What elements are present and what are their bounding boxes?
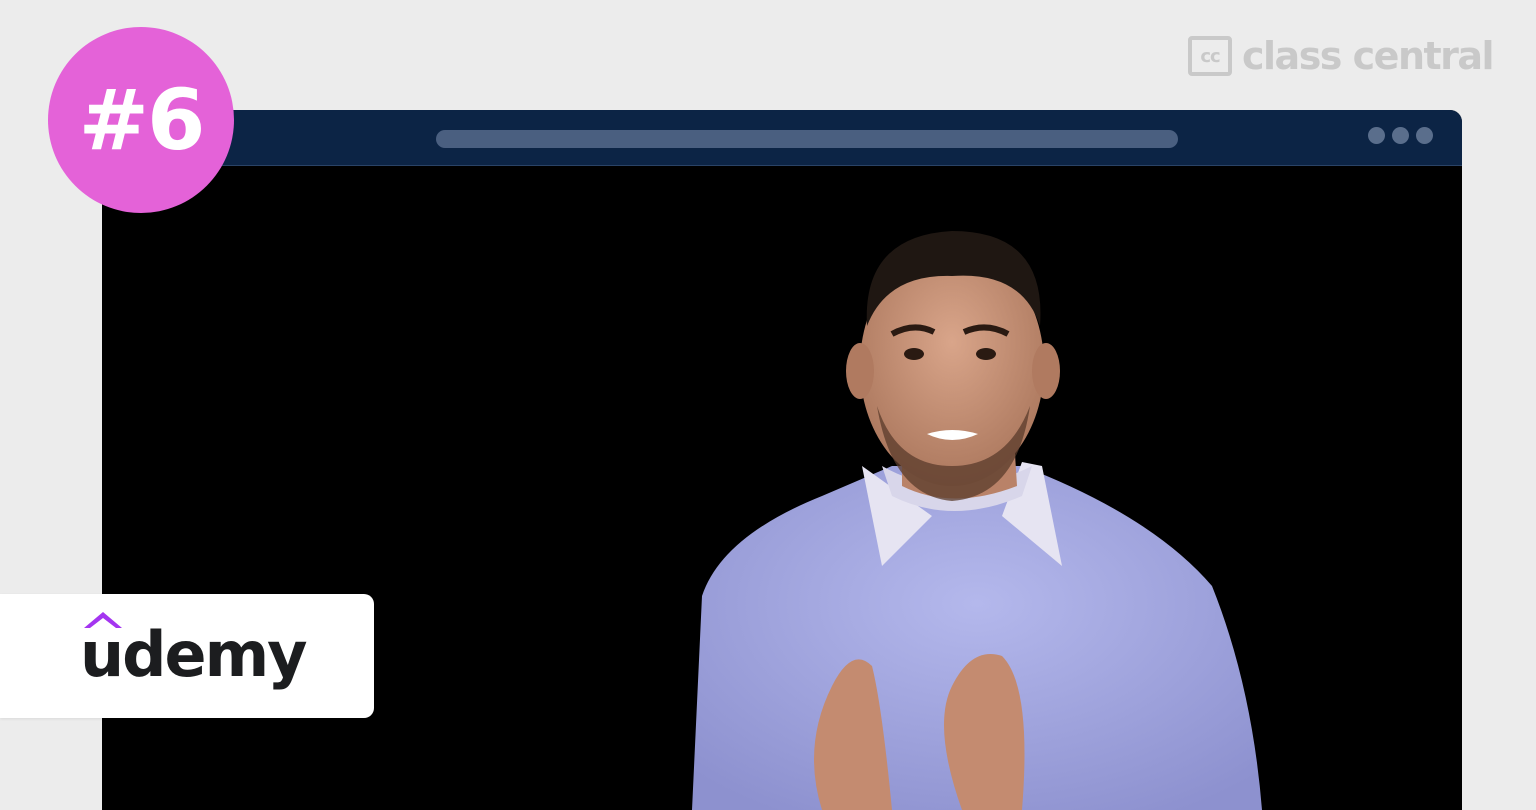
window-controls [1368, 127, 1433, 144]
browser-title-bar [102, 110, 1462, 166]
rank-badge: #6 [48, 27, 234, 213]
provider-card: udemy [0, 594, 374, 718]
udemy-wordmark: udemy [80, 618, 308, 691]
class-central-wordmark: class central [1242, 34, 1495, 78]
window-dot-icon[interactable] [1368, 127, 1385, 144]
window-dot-icon[interactable] [1392, 127, 1409, 144]
window-dot-icon[interactable] [1416, 127, 1433, 144]
class-central-logo: cc class central [1188, 32, 1495, 80]
address-bar[interactable] [436, 130, 1178, 148]
class-central-mark-icon: cc [1188, 36, 1232, 76]
